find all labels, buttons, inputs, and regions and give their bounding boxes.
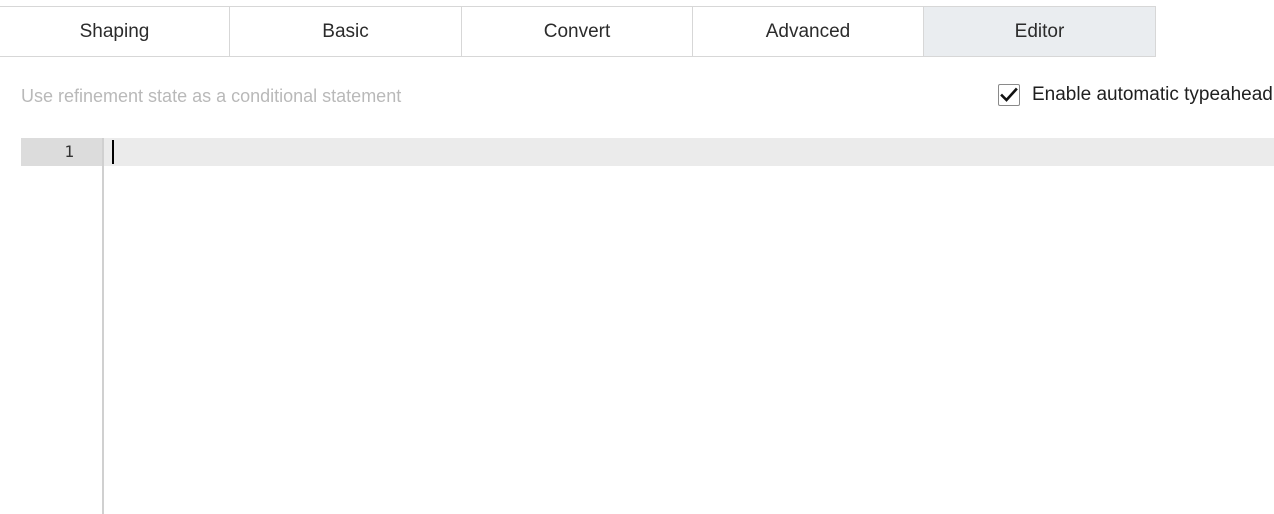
gutter-divider bbox=[102, 138, 104, 514]
active-line[interactable] bbox=[104, 138, 1274, 166]
tab-label: Advanced bbox=[765, 20, 851, 42]
typeahead-toggle[interactable]: Enable automatic typeahead bbox=[998, 84, 1273, 106]
editor-hint-text: Use refinement state as a conditional st… bbox=[21, 86, 402, 106]
code-editor[interactable]: 1 bbox=[21, 138, 1274, 514]
line-number: 1 bbox=[21, 138, 102, 166]
editor-panel: Shaping Basic Convert Advanced Editor Us… bbox=[0, 0, 1274, 514]
tab-shaping[interactable]: Shaping bbox=[0, 6, 229, 57]
tab-label: Convert bbox=[543, 20, 611, 42]
tab-editor[interactable]: Editor bbox=[923, 6, 1156, 57]
checkmark-icon bbox=[1000, 87, 1018, 102]
text-cursor bbox=[112, 140, 114, 164]
typeahead-label: Enable automatic typeahead bbox=[1032, 84, 1273, 105]
tab-label: Shaping bbox=[79, 20, 150, 42]
tab-convert[interactable]: Convert bbox=[461, 6, 692, 57]
tab-bar: Shaping Basic Convert Advanced Editor bbox=[0, 6, 1156, 57]
tab-label: Editor bbox=[1014, 20, 1065, 42]
tab-advanced[interactable]: Advanced bbox=[692, 6, 923, 57]
tab-label: Basic bbox=[322, 20, 369, 42]
code-line[interactable]: 1 bbox=[21, 138, 1274, 166]
typeahead-checkbox[interactable] bbox=[998, 84, 1020, 106]
tab-basic[interactable]: Basic bbox=[229, 6, 461, 57]
